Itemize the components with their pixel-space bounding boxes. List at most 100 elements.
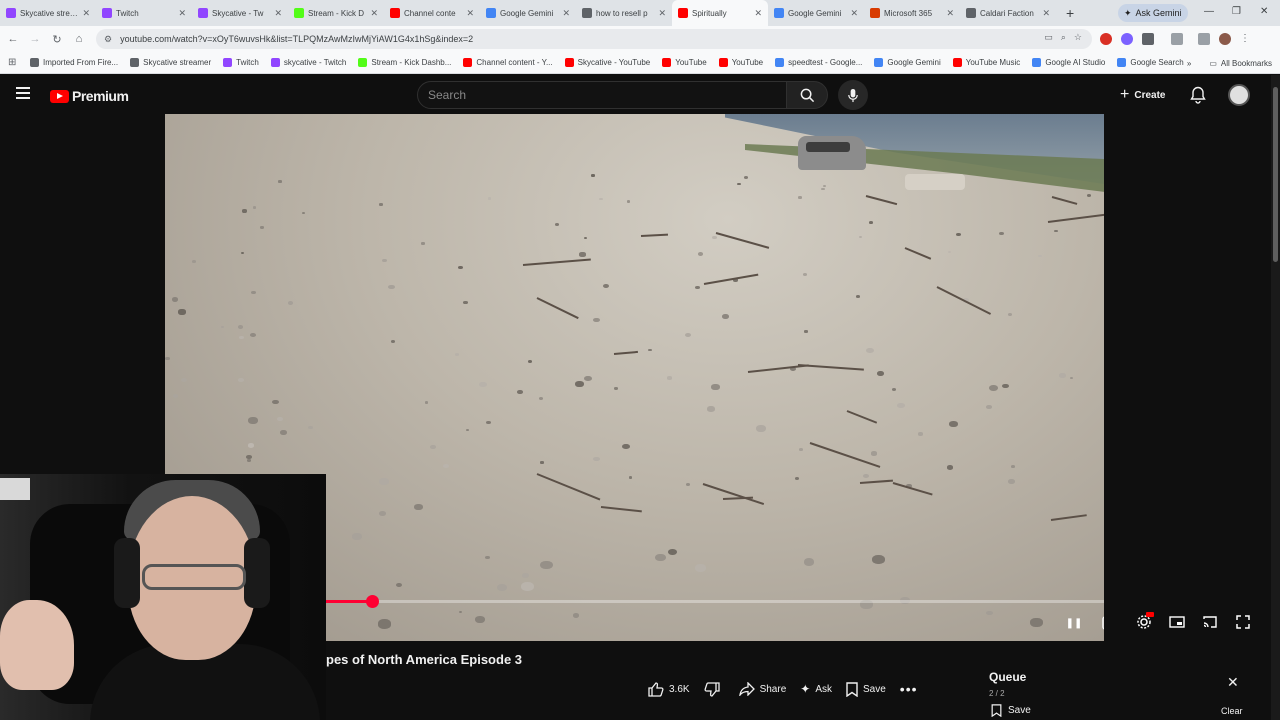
apps-grid-icon[interactable]: ⊞ <box>8 57 16 68</box>
dislike-button[interactable] <box>704 681 725 697</box>
tab-close-icon[interactable]: ✕ <box>178 8 186 19</box>
queue-count: 2 / 2 <box>989 689 1005 698</box>
overflow-chevron-icon[interactable]: » <box>1187 59 1191 68</box>
ask-gemini-button[interactable]: ✦ Ask Gemini <box>1118 4 1188 22</box>
extensions-puzzle-icon[interactable] <box>1142 33 1154 45</box>
fullscreen-icon[interactable] <box>1236 615 1250 629</box>
tab-search-icon[interactable] <box>1198 33 1210 45</box>
queue-save-button[interactable]: Save <box>991 704 1031 717</box>
webcam-headphone-left <box>114 538 140 608</box>
tab-close-icon[interactable]: ✕ <box>1042 8 1050 19</box>
bookmark-favicon-icon <box>1117 58 1127 67</box>
all-bookmarks-button[interactable]: » ▭ All Bookmarks <box>1187 52 1272 74</box>
minimize-icon[interactable]: — <box>1204 6 1214 17</box>
url-bar[interactable]: ⚙ youtube.com/watch?v=xOyT6wuvsHk&list=T… <box>96 29 1092 49</box>
save-button[interactable]: Save <box>846 681 886 697</box>
tab-close-icon[interactable]: ✕ <box>274 8 282 19</box>
tab-close-icon[interactable]: ✕ <box>850 8 858 19</box>
bookmark-item[interactable]: Imported From Fire... <box>24 58 124 67</box>
back-icon[interactable]: ← <box>2 33 24 45</box>
bookmark-item[interactable]: YouTube <box>656 58 712 67</box>
video-frame-rock <box>1030 618 1043 627</box>
bookmark-item[interactable]: Skycative streamer <box>124 58 217 67</box>
tab-close-icon[interactable]: ✕ <box>946 8 954 19</box>
bookmark-item[interactable]: Twitch <box>217 58 265 67</box>
browser-tab[interactable]: Microsoft 365 ✕ <box>864 0 960 26</box>
tab-close-icon[interactable]: ✕ <box>466 8 474 19</box>
tab-label: Google Gemini <box>500 8 554 18</box>
extension-purple-icon[interactable] <box>1121 33 1133 45</box>
video-frame-rock <box>1069 376 1074 379</box>
browser-tab[interactable]: Channel conte ✕ <box>384 0 480 26</box>
home-icon[interactable]: ⌂ <box>68 33 90 45</box>
bookmarks-bar: ⊞ Imported From Fire... Skycative streame… <box>0 52 1280 74</box>
browser-tab[interactable]: Twitch ✕ <box>96 0 192 26</box>
bookmark-item[interactable]: Google Search <box>1111 58 1189 67</box>
progress-scrubber[interactable] <box>365 595 379 608</box>
bookmark-item[interactable]: Stream - Kick Dashb... <box>352 58 457 67</box>
bookmark-item[interactable]: Google AI Studio <box>1026 58 1111 67</box>
voice-search-button[interactable] <box>838 80 868 110</box>
search-button[interactable] <box>786 81 828 109</box>
bookmark-favicon-icon <box>874 58 884 67</box>
queue-close-icon[interactable]: ✕ <box>1227 674 1239 691</box>
ask-button[interactable]: ✦ Ask <box>800 682 832 696</box>
site-info-icon[interactable]: ⚙ <box>104 34 112 45</box>
bookmark-item[interactable]: skycative - Twitch <box>265 58 353 67</box>
browser-tab[interactable]: Stream - Kick D ✕ <box>288 0 384 26</box>
media-icon[interactable] <box>1171 33 1183 45</box>
reload-icon[interactable]: ↻ <box>46 33 68 46</box>
bookmark-item[interactable]: Skycative - YouTube <box>559 58 657 67</box>
tab-close-icon[interactable]: ✕ <box>562 8 570 19</box>
cast-icon[interactable] <box>1202 615 1218 629</box>
youtube-logo[interactable]: Premium <box>50 88 129 104</box>
create-button[interactable]: + Create <box>1120 83 1165 107</box>
browser-tab[interactable]: Skycative stream ✕ <box>0 0 96 26</box>
account-avatar[interactable] <box>1228 84 1250 106</box>
captions-icon[interactable]: CC <box>1102 614 1104 632</box>
like-button[interactable]: 3.6K <box>648 681 690 697</box>
tab-close-icon[interactable]: ✕ <box>370 8 378 19</box>
bookmark-label: Twitch <box>236 58 259 67</box>
share-button[interactable]: Share <box>738 682 786 696</box>
zoom-icon[interactable]: ⌕ <box>1061 32 1066 43</box>
video-frame-rock <box>985 405 992 410</box>
bookmark-item[interactable]: Channel content - Y... <box>457 58 558 67</box>
bookmark-item[interactable]: Google Gemini <box>868 58 946 67</box>
more-actions-button[interactable]: ••• <box>900 681 918 697</box>
hamburger-menu-icon[interactable] <box>16 87 30 99</box>
tab-close-icon[interactable]: ✕ <box>82 8 90 19</box>
pause-icon[interactable]: ❚❚ <box>1065 614 1083 632</box>
video-progress-bar[interactable] <box>325 595 1104 608</box>
maximize-icon[interactable]: ❐ <box>1232 6 1241 17</box>
page-scrollbar[interactable] <box>1271 75 1280 720</box>
tab-close-icon[interactable]: ✕ <box>754 8 762 19</box>
browser-tab[interactable]: Spiritually ✕ <box>672 0 768 26</box>
browser-tab[interactable]: Skycative - Tw ✕ <box>192 0 288 26</box>
browser-tab[interactable]: how to resell p ✕ <box>576 0 672 26</box>
star-icon[interactable]: ☆ <box>1074 32 1082 43</box>
browser-tab[interactable]: Google Gemini ✕ <box>480 0 576 26</box>
tab-close-icon[interactable]: ✕ <box>658 8 666 19</box>
bookmark-label: Google AI Studio <box>1045 58 1106 67</box>
menu-kebab-icon[interactable]: ⋮ <box>1240 33 1250 45</box>
forward-icon[interactable]: → <box>24 33 46 45</box>
search-input[interactable]: Search <box>417 81 787 109</box>
browser-tab[interactable]: Google Gemini ✕ <box>768 0 864 26</box>
queue-clear-button[interactable]: Clear <box>1221 706 1243 716</box>
profile-icon[interactable] <box>1219 33 1231 45</box>
scrollbar-thumb[interactable] <box>1273 87 1278 262</box>
ask-gemini-label: Ask Gemini <box>1135 8 1182 18</box>
bookmark-item[interactable]: YouTube <box>713 58 769 67</box>
notifications-bell-icon[interactable] <box>1190 86 1206 104</box>
settings-button[interactable] <box>1136 612 1154 635</box>
install-icon[interactable]: ▭ <box>1044 32 1053 43</box>
browser-tab[interactable]: Caldari Faction ✕ <box>960 0 1056 26</box>
bookmark-favicon-icon <box>270 58 280 67</box>
extension-red-icon[interactable] <box>1100 33 1112 45</box>
bookmark-item[interactable]: speedtest - Google... <box>769 58 868 67</box>
bookmark-item[interactable]: YouTube Music <box>947 58 1027 67</box>
miniplayer-icon[interactable] <box>1169 616 1185 628</box>
new-tab-button[interactable]: + <box>1056 5 1084 21</box>
close-window-icon[interactable]: ✕ <box>1260 6 1268 17</box>
